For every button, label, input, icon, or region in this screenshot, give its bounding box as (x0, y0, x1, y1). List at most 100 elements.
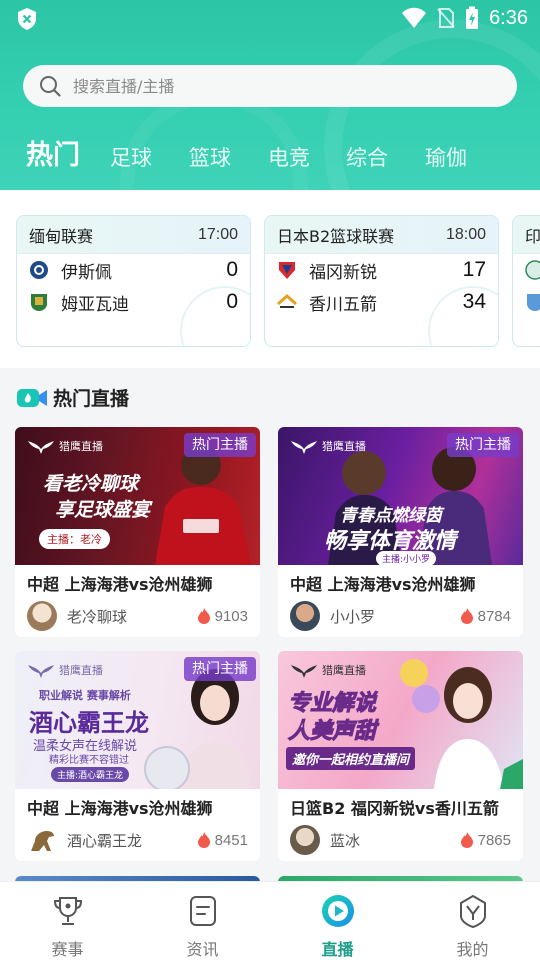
bottom-nav: 赛事 资讯 直播 我的 (0, 881, 540, 960)
live-title: 日篮B2 福冈新锐vs香川五箭 (290, 799, 499, 818)
brand-name: 猎鹰直播 (322, 440, 366, 453)
nav-label: 资讯 (186, 940, 219, 959)
thumb-host-tag: 主播：老冷 (39, 529, 110, 549)
news-icon (189, 896, 216, 926)
wifi-icon (402, 7, 427, 28)
live-footer: 酒心霸王龙 8451 (15, 819, 260, 855)
eagle-icon (28, 441, 54, 454)
eagle-icon (291, 441, 317, 454)
thumb-text: 人美声甜 (287, 719, 377, 745)
flame-icon (460, 608, 473, 624)
team-row-home (513, 254, 540, 286)
header: 6:36 热门 足球 篮球 电竞 综合 瑜伽 (0, 0, 540, 190)
section-title-hot-live: 热门直播 (17, 384, 129, 411)
nav-item-events[interactable]: 赛事 (0, 882, 135, 960)
section-icon-partial (30, 190, 150, 194)
nav-label: 直播 (321, 940, 354, 959)
team-score: 17 (462, 258, 486, 281)
flame-icon (197, 832, 210, 848)
eagle-icon (291, 665, 317, 678)
live-card[interactable]: 猎鹰直播 职业解说 赛事解析 酒心霸王龙 温柔女声在线解说 精彩比赛不容错过 主… (15, 651, 260, 861)
nav-label: 我的 (456, 940, 489, 959)
thumb-host-tag: 主播:酒心霸王龙 (51, 767, 130, 782)
avatar (290, 825, 320, 855)
match-league: 日本B2篮球联赛 (277, 226, 395, 246)
live-thumbnail: 猎鹰直播 职业解说 赛事解析 酒心霸王龙 温柔女声在线解说 精彩比赛不容错过 主… (15, 651, 260, 789)
live-card[interactable]: 猎鹰直播 看老冷聊球 享足球盛宴 主播：老冷 热门主播 中超 上海海港vs沧州雄… (15, 427, 260, 637)
live-title: 中超 上海海港vs沧州雄狮 (27, 575, 213, 594)
thumb-text: 享足球盛宴 (55, 499, 151, 521)
team-row-home: 伊斯佩 0 (17, 254, 250, 286)
tab-hot[interactable]: 热门 (26, 136, 80, 176)
hot-host-badge: 热门主播 (447, 433, 519, 457)
team-name: 伊斯佩 (61, 262, 112, 283)
match-header: 缅甸联赛 17:00 (17, 216, 250, 254)
brand-logo: 猎鹰直播 (27, 661, 103, 679)
brand-name: 猎鹰直播 (59, 440, 103, 453)
match-header: 日本B2篮球联赛 18:00 (265, 216, 498, 254)
avatar (27, 601, 57, 631)
match-card[interactable]: 日本B2篮球联赛 18:00 福冈新锐 17 香川五箭 34 (264, 215, 499, 347)
status-bar: 6:36 (0, 0, 540, 38)
flame-icon (460, 832, 473, 848)
thumb-text: 职业解说 赛事解析 (39, 689, 131, 702)
match-strip: 缅甸联赛 17:00 伊斯佩 0 姆亚瓦迪 0 日本B2篮球联赛 18:00 福… (0, 190, 540, 368)
match-header: 印 (513, 216, 540, 254)
match-league: 缅甸联赛 (29, 226, 94, 246)
match-card[interactable]: 印 (512, 215, 540, 347)
tab-esports[interactable]: 电竞 (268, 138, 310, 178)
thumb-host-tag: 主播:小小罗 (376, 551, 437, 565)
search-bar[interactable] (23, 65, 517, 107)
match-time: 17:00 (197, 225, 238, 243)
team-logo-icon (279, 262, 295, 279)
section-title-text: 热门直播 (53, 388, 130, 410)
hot-host-badge: 热门主播 (184, 433, 256, 457)
team-row-home: 福冈新锐 17 (265, 254, 498, 286)
match-card[interactable]: 缅甸联赛 17:00 伊斯佩 0 姆亚瓦迪 0 (16, 215, 251, 347)
viewer-heat: 7865 (477, 831, 511, 849)
live-play-icon (321, 895, 354, 927)
team-score: 0 (226, 258, 238, 281)
thumb-text: 酒心霸王龙 (29, 709, 149, 737)
live-thumbnail: 猎鹰直播 看老冷聊球 享足球盛宴 主播：老冷 热门主播 (15, 427, 260, 565)
live-card[interactable]: 猎鹰直播 专业解说 人美声甜 邀你一起相约直播间 日篮B2 福冈新锐vs香川五箭… (278, 651, 523, 861)
team-logo-icon (527, 294, 540, 311)
brand-logo: 猎鹰直播 (290, 661, 366, 679)
shield-icon (18, 8, 36, 30)
viewer-heat: 8451 (214, 831, 248, 849)
search-input[interactable] (73, 76, 473, 96)
team-logo-icon (525, 260, 540, 280)
dinosaur-avatar (31, 831, 54, 851)
nav-item-news[interactable]: 资讯 (135, 882, 270, 960)
status-time: 6:36 (489, 6, 528, 29)
team-logo-icon (31, 294, 47, 311)
thumb-text: 邀你一起相约直播间 (286, 747, 416, 770)
category-tabs: 热门 足球 篮球 电竞 综合 瑜伽 (0, 138, 540, 182)
tab-general[interactable]: 综合 (346, 138, 388, 178)
tab-football[interactable]: 足球 (110, 138, 152, 178)
live-footer: 蓝冰 7865 (278, 819, 523, 855)
profile-icon (459, 894, 486, 928)
battery-charging-icon (466, 6, 479, 29)
viewer-heat: 9103 (214, 607, 248, 625)
brand-logo: 猎鹰直播 (27, 437, 103, 455)
thumb-text: 看老冷聊球 (43, 473, 139, 495)
live-title: 中超 上海海港vs沧州雄狮 (290, 575, 476, 594)
trophy-icon (53, 897, 82, 925)
tab-yoga[interactable]: 瑜伽 (425, 138, 467, 178)
live-thumbnail: 猎鹰直播 专业解说 人美声甜 邀你一起相约直播间 (278, 651, 523, 789)
eagle-icon (28, 665, 54, 678)
hot-host-badge: 热门主播 (184, 657, 256, 681)
host-name: 老冷聊球 (67, 607, 128, 626)
match-league: 印 (525, 226, 540, 246)
host-name: 小小罗 (330, 607, 376, 626)
host-name: 酒心霸王龙 (67, 831, 143, 850)
nav-item-profile[interactable]: 我的 (405, 882, 540, 960)
live-card[interactable]: 猎鹰直播 青春点燃绿茵 畅享体育激情 主播:小小罗 热门主播 中超 上海海港vs… (278, 427, 523, 637)
nav-item-live[interactable]: 直播 (270, 882, 405, 960)
team-logo-icon (30, 261, 48, 279)
team-name: 福冈新锐 (309, 262, 377, 283)
tab-basketball[interactable]: 篮球 (189, 138, 231, 178)
team-logo-icon (277, 293, 297, 308)
viewer-heat: 8784 (477, 607, 511, 625)
